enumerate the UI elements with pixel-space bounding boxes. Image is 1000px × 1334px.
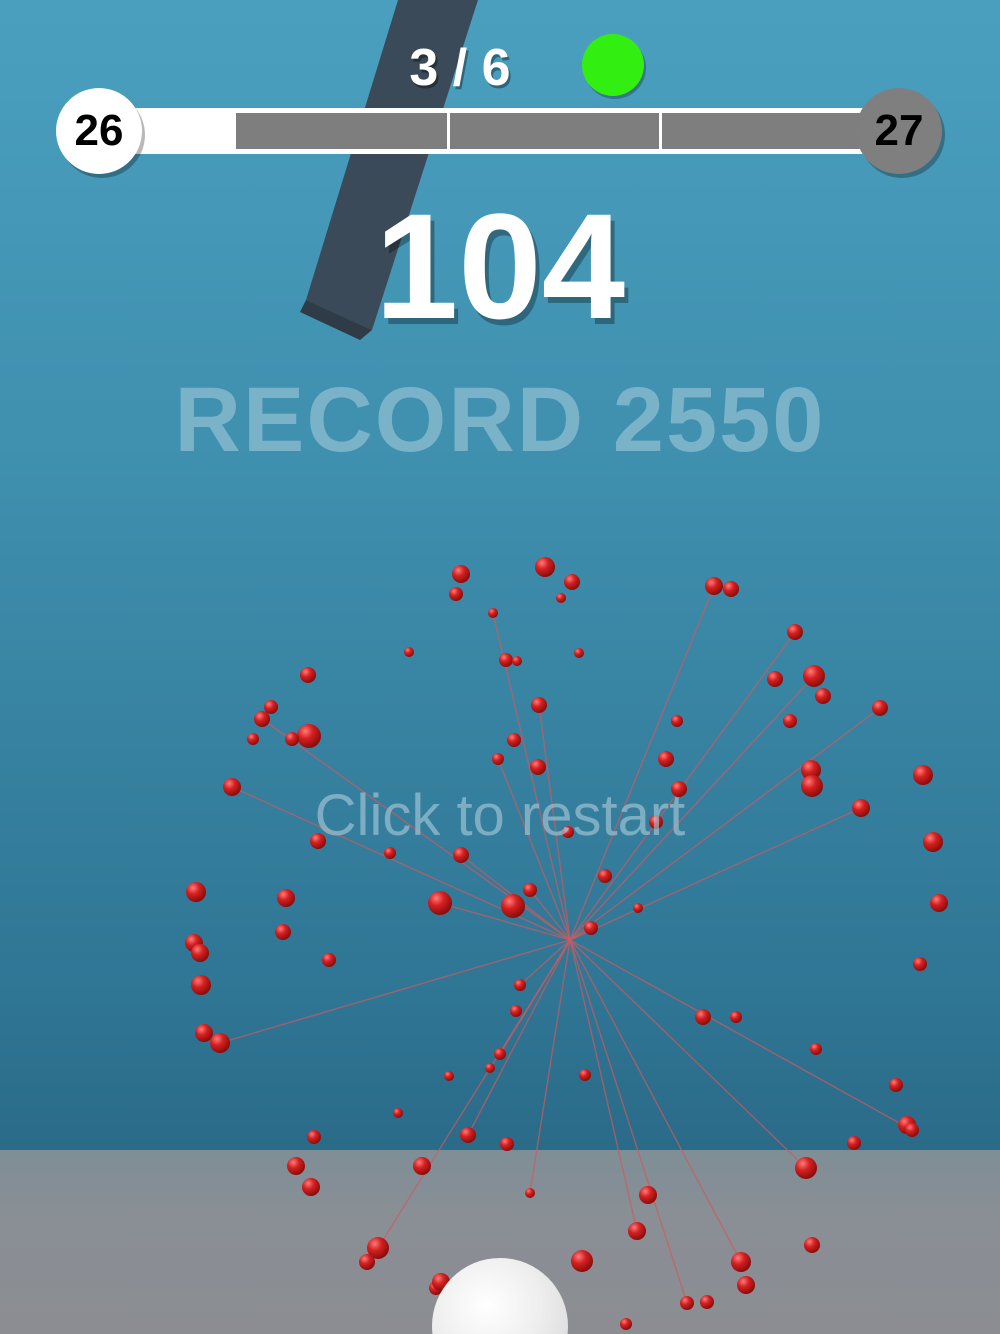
particle-sphere — [680, 1296, 694, 1310]
particle-sphere — [620, 1318, 632, 1330]
particle-sphere — [191, 975, 211, 995]
particle-sphere — [564, 574, 580, 590]
particle-trail — [219, 939, 571, 1044]
particle-sphere — [803, 665, 825, 687]
particle-sphere — [393, 1108, 403, 1118]
current-level-badge: 26 — [56, 88, 142, 174]
particle-sphere — [275, 924, 291, 940]
particle-sphere — [452, 565, 470, 583]
particle-sphere — [930, 894, 948, 912]
particle-sphere — [510, 1005, 522, 1017]
particle-sphere — [460, 1127, 476, 1143]
stage-counter: 3 / 6 — [409, 39, 511, 97]
particle-sphere — [413, 1157, 431, 1175]
particle-trail — [569, 939, 913, 1131]
particle-sphere — [488, 608, 498, 618]
level-progress-bar — [100, 108, 900, 154]
particle-sphere — [872, 700, 888, 716]
particle-sphere — [302, 1178, 320, 1196]
particle-sphere — [186, 882, 206, 902]
particle-sphere — [307, 1130, 321, 1144]
particle-sphere — [492, 753, 504, 765]
particle-sphere — [297, 724, 321, 748]
particle-sphere — [810, 1043, 822, 1055]
particle-sphere — [523, 883, 537, 897]
particle-sphere — [514, 979, 526, 991]
particle-sphere — [700, 1295, 714, 1309]
particle-sphere — [507, 733, 521, 747]
particle-trail — [569, 939, 638, 1232]
particle-sphere — [730, 1011, 742, 1023]
particle-sphere — [579, 1069, 591, 1081]
particle-sphere — [671, 715, 683, 727]
particle-sphere — [501, 894, 525, 918]
particle-sphere — [804, 1237, 820, 1253]
particle-sphere — [737, 1276, 755, 1294]
particle-sphere — [485, 1063, 495, 1073]
particle-sphere — [705, 577, 723, 595]
restart-prompt[interactable]: Click to restart — [0, 782, 1000, 849]
particle-sphere — [449, 587, 463, 601]
particle-sphere — [494, 1048, 506, 1060]
particle-sphere — [287, 1157, 305, 1175]
particle-sphere — [530, 759, 546, 775]
particle-sphere — [531, 697, 547, 713]
particle-sphere — [628, 1222, 646, 1240]
particle-sphere — [847, 1136, 861, 1150]
particle-sphere — [815, 688, 831, 704]
particle-sphere — [767, 671, 783, 687]
particle-sphere — [453, 847, 469, 863]
particle-sphere — [574, 648, 584, 658]
particle-sphere — [277, 889, 295, 907]
particle-sphere — [783, 714, 797, 728]
particle-sphere — [535, 557, 555, 577]
particle-sphere — [571, 1250, 593, 1272]
particle-sphere — [499, 653, 513, 667]
particle-sphere — [428, 891, 452, 915]
particle-sphere — [695, 1009, 711, 1025]
status-indicator — [582, 34, 644, 96]
particle-sphere — [195, 1024, 213, 1042]
particle-sphere — [191, 944, 209, 962]
particle-sphere — [639, 1186, 657, 1204]
particle-sphere — [584, 921, 598, 935]
particle-sphere — [787, 624, 803, 640]
particle-sphere — [512, 656, 522, 666]
particle-sphere — [633, 903, 643, 913]
particle-sphere — [525, 1188, 535, 1198]
particle-sphere — [322, 953, 336, 967]
particle-sphere — [444, 1071, 454, 1081]
progress-segment-divider — [447, 113, 451, 149]
particle-sphere — [500, 1137, 514, 1151]
particle-sphere — [300, 667, 316, 683]
particle-sphere — [723, 581, 739, 597]
particle-sphere — [359, 1254, 375, 1270]
particle-sphere — [905, 1123, 919, 1137]
particle-trail — [569, 939, 807, 1169]
game-scene[interactable]: 3 / 6 26 27 104 RECORD 2550 Click to res… — [0, 0, 1000, 1334]
particle-sphere — [913, 957, 927, 971]
progress-remaining — [236, 113, 870, 149]
score: 104 — [374, 182, 626, 350]
particle-sphere — [254, 711, 270, 727]
particle-sphere — [658, 751, 674, 767]
particle-sphere — [285, 732, 299, 746]
record-score: RECORD 2550 — [174, 369, 826, 471]
next-level-badge: 27 — [856, 88, 942, 174]
particle-sphere — [556, 593, 566, 603]
particle-trail — [377, 939, 571, 1249]
particle-sphere — [404, 647, 414, 657]
particle-sphere — [795, 1157, 817, 1179]
particle-sphere — [598, 869, 612, 883]
particle-sphere — [889, 1078, 903, 1092]
progress-segment-divider — [658, 113, 662, 149]
particle-sphere — [210, 1033, 230, 1053]
particle-sphere — [247, 733, 259, 745]
particle-sphere — [264, 700, 278, 714]
particle-sphere — [731, 1252, 751, 1272]
